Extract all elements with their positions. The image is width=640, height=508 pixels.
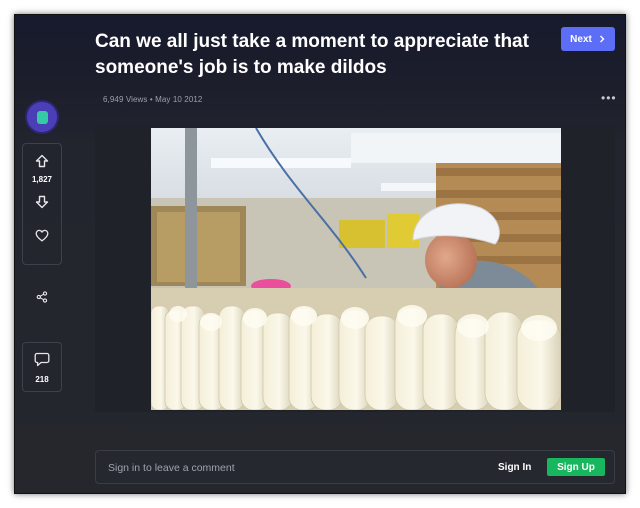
vote-panel: 1,827 bbox=[22, 143, 62, 265]
more-icon[interactable]: ••• bbox=[601, 91, 617, 105]
avatar-graphic bbox=[36, 110, 48, 124]
view-count: 6,949 Views bbox=[103, 95, 148, 104]
post-title: Can we all just take a moment to appreci… bbox=[95, 31, 529, 78]
meta-separator: • bbox=[149, 95, 153, 104]
comment-count: 218 bbox=[35, 375, 49, 384]
post-meta: 6,949 Views • May 10 2012 bbox=[103, 95, 202, 104]
comment-icon bbox=[34, 352, 50, 372]
comment-input[interactable]: Sign in to leave a comment bbox=[108, 462, 235, 474]
post-window: Can we all just take a moment to appreci… bbox=[14, 14, 626, 494]
upvote-icon[interactable] bbox=[32, 151, 52, 171]
comment-bar: Sign in to leave a comment Sign In Sign … bbox=[95, 450, 615, 484]
heart-icon[interactable] bbox=[32, 225, 52, 245]
post-date: May 10 2012 bbox=[155, 95, 203, 104]
vote-count: 1,827 bbox=[31, 175, 53, 184]
next-label: Next bbox=[570, 33, 592, 45]
share-icon[interactable] bbox=[32, 287, 52, 307]
avatar[interactable] bbox=[27, 102, 57, 132]
chevron-right-icon bbox=[599, 35, 605, 43]
sign-in-button[interactable]: Sign In bbox=[498, 462, 531, 473]
media-area bbox=[95, 126, 615, 412]
factory-photo bbox=[151, 128, 561, 410]
comment-panel[interactable]: 218 bbox=[22, 342, 62, 392]
post-image[interactable] bbox=[151, 128, 561, 410]
sign-up-button[interactable]: Sign Up bbox=[547, 458, 605, 476]
next-button[interactable]: Next bbox=[561, 27, 615, 51]
downvote-icon[interactable] bbox=[32, 192, 52, 212]
